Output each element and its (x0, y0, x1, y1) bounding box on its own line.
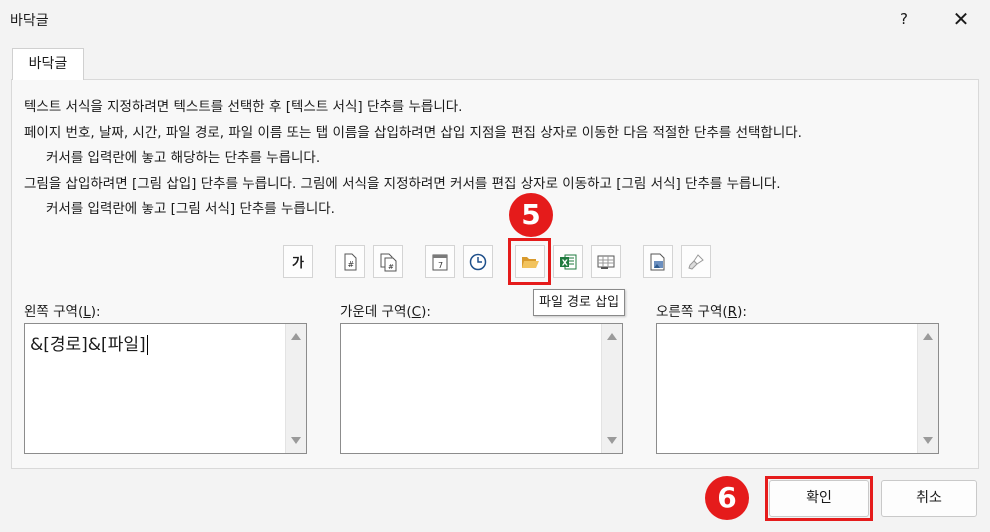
insert-sheet-name-button[interactable] (591, 245, 621, 278)
insert-date-button[interactable]: 7 (425, 245, 455, 278)
calendar-icon: 7 (432, 254, 448, 270)
center-section-editor[interactable] (340, 323, 623, 454)
scroll-down-icon[interactable] (607, 437, 617, 444)
paint-brush-icon (688, 253, 704, 270)
instruction-line-2: 페이지 번호, 날짜, 시간, 파일 경로, 파일 이름 또는 탭 이름을 삽입… (24, 125, 802, 141)
center-section-label: 가운데 구역(C): (340, 304, 431, 320)
format-text-button[interactable]: 가 (283, 245, 313, 278)
text-caret (146, 335, 148, 355)
tab-footer-label: 바닥글 (28, 56, 68, 72)
format-picture-button[interactable] (681, 245, 711, 278)
center-section-scrollbar[interactable] (601, 324, 622, 453)
insert-picture-button[interactable] (643, 245, 673, 278)
svg-text:X: X (562, 258, 569, 267)
scroll-up-icon[interactable] (923, 333, 933, 340)
left-section-scrollbar[interactable] (285, 324, 306, 453)
instruction-line-1: 텍스트 서식을 지정하려면 텍스트를 선택한 후 [텍스트 서식] 단추를 누릅… (24, 99, 463, 115)
right-section-label: 오른쪽 구역(R): (656, 304, 747, 320)
scroll-down-icon[interactable] (923, 437, 933, 444)
excel-file-icon: X (560, 254, 577, 269)
svg-text:#: # (348, 260, 355, 269)
format-text-icon: 가 (292, 256, 304, 271)
cancel-button[interactable]: 취소 (881, 480, 977, 517)
scroll-down-icon[interactable] (291, 437, 301, 444)
page-count-icon: # (380, 253, 397, 271)
right-section-scrollbar[interactable] (917, 324, 938, 453)
left-section-label: 왼쪽 구역(L): (24, 304, 101, 320)
window-title: 바닥글 (10, 13, 49, 29)
help-button[interactable]: ? (890, 6, 918, 32)
scroll-up-icon[interactable] (291, 333, 301, 340)
left-section-editor[interactable]: &[경로]&[파일] (24, 323, 307, 454)
instruction-line-4: 그림을 삽입하려면 [그림 삽입] 단추를 누릅니다. 그림에 서식을 지정하려… (24, 176, 781, 192)
page-number-icon: # (344, 253, 357, 270)
insert-file-name-button[interactable]: X (553, 245, 583, 278)
insert-page-number-button[interactable]: # (335, 245, 365, 278)
step-marker-6: 6 (705, 476, 749, 520)
insert-page-count-button[interactable]: # (373, 245, 403, 278)
svg-text:7: 7 (438, 261, 443, 270)
file-path-tooltip: 파일 경로 삽입 (533, 289, 626, 316)
svg-text:#: # (388, 263, 394, 271)
insert-time-button[interactable] (463, 245, 493, 278)
left-section-text: &[경로]&[파일] (30, 335, 146, 355)
right-section-editor[interactable] (656, 323, 939, 454)
step-5-highlight (508, 238, 551, 285)
scroll-up-icon[interactable] (607, 333, 617, 340)
step-marker-5: 5 (509, 193, 553, 237)
picture-icon (650, 253, 665, 270)
step-6-highlight (765, 476, 873, 521)
clock-icon (469, 253, 487, 270)
sheet-tab-icon (597, 255, 615, 269)
close-button[interactable]: ✕ (946, 6, 976, 32)
tab-footer[interactable]: 바닥글 (12, 48, 84, 80)
title-bar: 바닥글 ? ✕ (0, 0, 990, 38)
instruction-line-5: 커서를 입력란에 놓고 [그림 서식] 단추를 누릅니다. (46, 201, 335, 217)
instruction-line-3: 커서를 입력란에 놓고 해당하는 단추를 누릅니다. (46, 150, 321, 166)
